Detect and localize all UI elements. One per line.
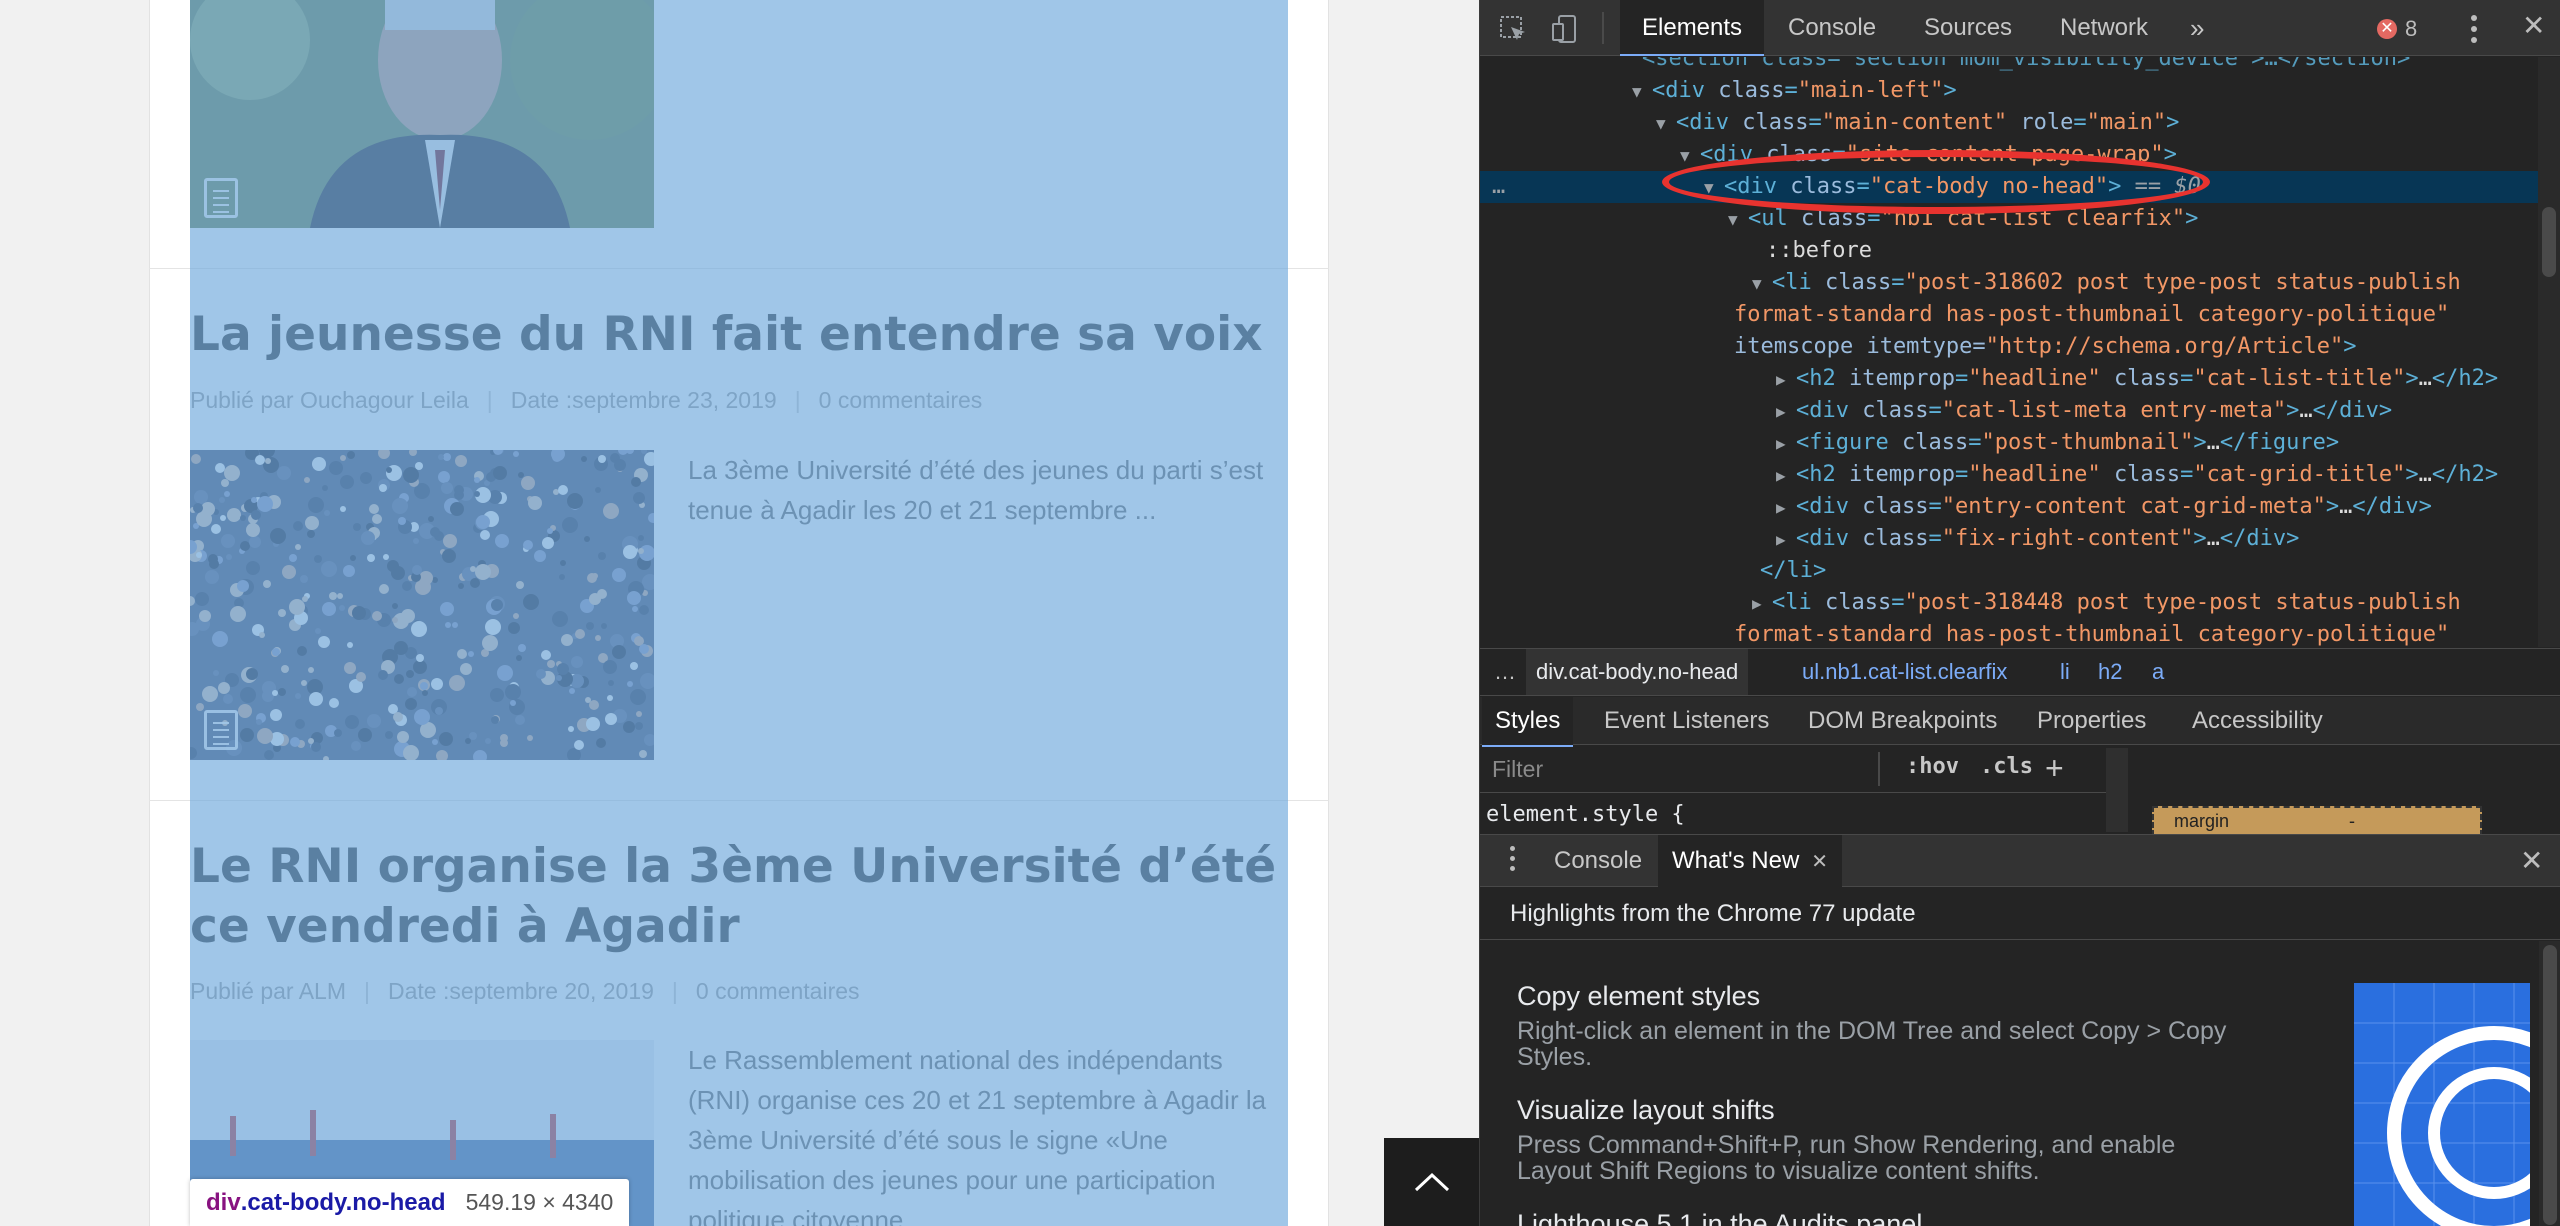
drawer-tabs: Console What's New ✕ ✕ — [1480, 835, 2560, 888]
tooltip-tag: div — [206, 1188, 241, 1216]
post-thumbnail-2[interactable] — [190, 450, 654, 760]
tooltip-classes: .cat-body.no-head — [240, 1188, 446, 1216]
document-icon — [204, 178, 238, 218]
dom-tree-scrollbar[interactable] — [2538, 57, 2560, 647]
tab-properties[interactable]: Properties — [2037, 697, 2146, 745]
cls-toggle[interactable]: .cls — [1980, 754, 2033, 779]
tab-dom-breakpoints[interactable]: DOM Breakpoints — [1808, 697, 1997, 745]
dom-node-line[interactable]: format-standard has-post-thumbnail categ… — [1480, 619, 2560, 647]
post-date: Date :septembre 23, 2019 — [510, 387, 777, 413]
drawer-scrollbar[interactable] — [2539, 941, 2560, 1226]
drawer-tab-whats-new[interactable]: What's New ✕ — [1658, 835, 1843, 888]
post-divider — [149, 268, 1329, 269]
more-tabs-button[interactable]: » — [2190, 0, 2204, 56]
post-author[interactable]: Publié par Ouchagour Leila — [190, 387, 469, 414]
styles-filter-bar: :hov .cls + — [1480, 746, 2120, 793]
breadcrumb-item[interactable]: h2 — [2098, 649, 2122, 695]
whats-new-item-title[interactable]: Lighthouse 5.1 in the Audits panel — [1517, 1209, 1922, 1226]
dom-node-line[interactable]: ▼ <div class="main-left"> — [1480, 75, 2560, 107]
dom-node-line[interactable]: ▶ <li class="post-318448 post type-post s… — [1480, 587, 2560, 619]
dom-node-line[interactable]: ▼ <li class="post-318602 post type-post s… — [1480, 267, 2560, 299]
drawer-menu-icon[interactable] — [1510, 846, 1516, 876]
breadcrumb-item[interactable]: ul.nb1.cat-list.clearfix — [1802, 649, 2007, 695]
inspect-element-icon[interactable] — [1498, 14, 1528, 44]
breadcrumb-item[interactable]: a — [2152, 649, 2164, 695]
box-model: margin - — [2132, 746, 2560, 836]
post-excerpt: La 3ème Université d’été des jeunes du p… — [688, 455, 1264, 525]
post-date: Date :septembre 20, 2019 — [387, 978, 654, 1004]
close-devtools-icon[interactable]: ✕ — [2522, 12, 2545, 40]
tab-event-listeners[interactable]: Event Listeners — [1604, 697, 1769, 745]
tab-accessibility[interactable]: Accessibility — [2192, 697, 2323, 745]
dom-node-line[interactable]: <section class="section mom_visibility_d… — [1480, 57, 2560, 75]
breadcrumb-item[interactable]: li — [2060, 649, 2070, 695]
post-comments[interactable]: 0 commentaires — [819, 387, 983, 414]
tab-styles[interactable]: Styles — [1482, 697, 1574, 747]
document-icon — [204, 710, 238, 750]
whats-new-item-desc: Press Command+Shift+P, run Show Renderin… — [1517, 1131, 2176, 1185]
post-divider — [149, 800, 1329, 801]
tab-console[interactable]: Console — [1788, 0, 1876, 56]
post-author[interactable]: Publié par ALM — [190, 978, 346, 1005]
styles-filter-input[interactable] — [1484, 750, 1870, 789]
post-thumbnail-1[interactable] — [190, 0, 654, 228]
chevron-up-icon — [1414, 1172, 1449, 1192]
post-title[interactable]: Le RNI organise la 3ème Université d’été… — [190, 837, 1310, 957]
error-icon: ✕ — [2377, 19, 2397, 39]
dom-node-line[interactable]: ▶ <div class="fix-right-content">…</div> — [1480, 523, 2560, 555]
dom-node-line[interactable]: ▼ <div class="main-content" role="main"> — [1480, 107, 2560, 139]
dom-node-line[interactable]: ▶ <h2 itemprop="headline" class="cat-grid… — [1480, 459, 2560, 491]
website-viewport: La jeunesse du RNI fait entendre sa voix… — [0, 0, 1479, 1226]
devtools-menu-icon[interactable] — [2471, 15, 2479, 43]
close-drawer-icon[interactable]: ✕ — [2520, 847, 2543, 875]
breadcrumb: … div.cat-body.no-head ul.nb1.cat-list.c… — [1480, 648, 2560, 696]
dom-node-line[interactable]: ▶ <div class="entry-content cat-grid-meta… — [1480, 491, 2560, 523]
drawer-tab-console[interactable]: Console — [1554, 835, 1642, 887]
red-annotation-circle — [1662, 150, 2210, 214]
error-count: 8 — [2405, 16, 2418, 41]
styles-subtabs: Styles Event Listeners DOM Breakpoints P… — [1480, 697, 2560, 747]
scroll-to-top-button[interactable] — [1384, 1138, 1479, 1226]
post-title[interactable]: La jeunesse du RNI fait entendre sa voix — [190, 305, 1310, 365]
whats-new-header: Highlights from the Chrome 77 update — [1480, 888, 2560, 940]
tab-elements[interactable]: Elements — [1620, 0, 1765, 56]
breadcrumb-more[interactable]: … — [1494, 649, 1516, 695]
dom-node-line[interactable]: ▶ <div class="cat-list-meta entry-meta">…… — [1480, 395, 2560, 427]
whats-new-item-title[interactable]: Visualize layout shifts — [1517, 1095, 1775, 1126]
post-comments[interactable]: 0 commentaires — [696, 978, 860, 1005]
new-style-rule-button[interactable]: + — [2045, 750, 2064, 787]
dom-node-line[interactable]: ▶ <h2 itemprop="headline" class="cat-list… — [1480, 363, 2560, 395]
element-inspect-tooltip: div .cat-body.no-head 549.19 × 4340 — [190, 1179, 630, 1226]
dom-tree: <section class="section mom_visibility_d… — [1480, 57, 2560, 647]
styles-scrollbar[interactable] — [2106, 748, 2128, 832]
post-excerpt: Le Rassemblement national des indépendan… — [688, 1045, 1267, 1226]
tab-sources[interactable]: Sources — [1924, 0, 2012, 56]
tooltip-dimensions: 549.19 × 4340 — [465, 1189, 614, 1215]
element-style-rule[interactable]: element.style { — [1486, 802, 1685, 827]
dom-node-line[interactable]: format-standard has-post-thumbnail categ… — [1480, 299, 2560, 331]
whats-new-item-desc: Right-click an element in the DOM Tree a… — [1517, 1017, 2227, 1071]
post-meta: Publié par ALM | Date :septembre 20, 2019 |… — [190, 978, 860, 1005]
tab-network[interactable]: Network — [2060, 0, 2148, 56]
close-tab-icon[interactable]: ✕ — [1811, 851, 1828, 873]
dom-node-line[interactable]: </li> — [1480, 555, 2560, 587]
post-meta: Publié par Ouchagour Leila | Date :septemb… — [190, 387, 983, 414]
dom-node-line[interactable]: ::before — [1480, 235, 2560, 267]
dom-node-line[interactable]: ▶ <figure class="post-thumbnail">…</figur… — [1480, 427, 2560, 459]
devtools-drawer: Console What's New ✕ ✕ Highlights from th… — [1480, 834, 2560, 1226]
device-toolbar-icon[interactable] — [1550, 14, 1580, 44]
breadcrumb-item[interactable]: div.cat-body.no-head — [1526, 649, 1749, 695]
dom-node-line[interactable]: itemscope itemtype="http://schema.org/Ar… — [1480, 331, 2560, 363]
hov-toggle[interactable]: :hov — [1906, 754, 1959, 779]
error-counter[interactable]: ✕ 8 — [2377, 16, 2417, 42]
devtools-toolbar: Elements Console Sources Network » ✕ 8 ✕ — [1480, 0, 2560, 56]
box-model-margin[interactable]: margin - — [2152, 806, 2482, 836]
whats-new-item-title[interactable]: Copy element styles — [1517, 981, 1760, 1012]
whats-new-promo-image — [2354, 983, 2530, 1226]
